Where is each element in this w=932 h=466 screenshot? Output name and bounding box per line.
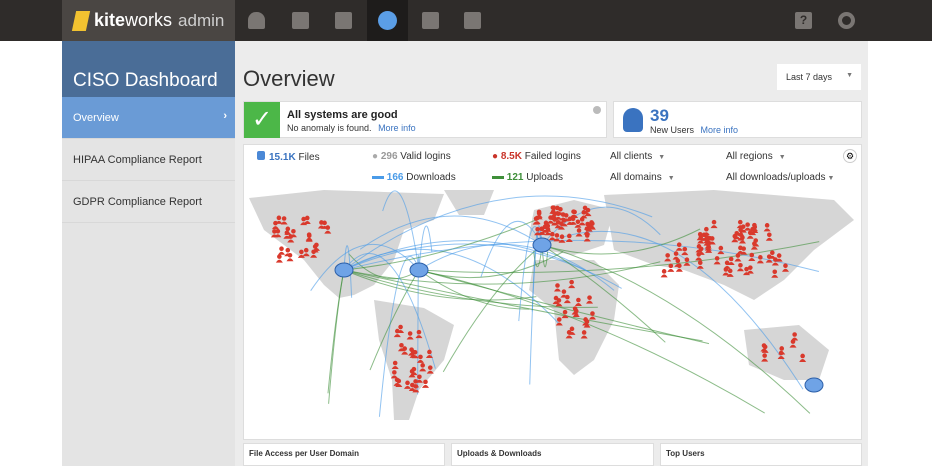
- clients-filter[interactable]: All clients ▼: [610, 151, 665, 162]
- devices-icon: [422, 12, 439, 29]
- users-icon: [248, 12, 265, 29]
- user-icon: ●: [372, 151, 379, 162]
- map-settings-button[interactable]: ⚙: [843, 149, 857, 163]
- page-title: Overview: [243, 66, 335, 91]
- kite-logo-icon: [71, 10, 91, 31]
- sidebar-title: CISO Dashboard: [62, 41, 235, 97]
- server-hub-icon: [409, 262, 429, 278]
- server-hub-icon: [532, 237, 552, 253]
- user-icon: [623, 108, 643, 132]
- settings-icon: [838, 12, 855, 29]
- regions-filter[interactable]: All regions ▼: [726, 151, 786, 162]
- failed-login-pin: [275, 254, 283, 263]
- chevron-down-icon: ▼: [667, 175, 675, 182]
- info-icon[interactable]: [593, 106, 601, 114]
- world-map[interactable]: [244, 190, 861, 440]
- uploads-legend-line: [492, 175, 504, 179]
- system-status-card: ✓ All systems are good No anomaly is fou…: [243, 101, 607, 138]
- chevron-down-icon: ▼: [658, 154, 666, 161]
- sidebar-item-overview[interactable]: Overview ›: [62, 97, 235, 139]
- nav-devices[interactable]: [410, 0, 451, 41]
- chevron-right-icon: ›: [223, 110, 227, 122]
- integrations-icon: [464, 12, 481, 29]
- chevron-down-icon: ▼: [827, 175, 835, 182]
- database-icon: [257, 151, 265, 160]
- top-bar: kite works admin ?: [0, 0, 932, 41]
- status-more-info-link[interactable]: More info: [378, 123, 416, 133]
- sidebar-item-hipaa[interactable]: HIPAA Compliance Report: [62, 139, 235, 181]
- nav-users[interactable]: [236, 0, 277, 41]
- sidebar: CISO Dashboard Overview › HIPAA Complianc…: [62, 41, 235, 466]
- asia: [604, 190, 854, 300]
- help-button[interactable]: ?: [783, 0, 824, 41]
- nav-reports[interactable]: [323, 0, 364, 41]
- failed-login-pin: [660, 269, 668, 278]
- users-more-info-link[interactable]: More info: [701, 125, 739, 135]
- server-hub-icon: [334, 262, 354, 278]
- nav-files[interactable]: [280, 0, 321, 41]
- files-icon: [292, 12, 309, 29]
- chevron-down-icon: ▼: [778, 154, 786, 161]
- transfers-filter[interactable]: All downloads/uploads ▼: [726, 172, 834, 183]
- help-icon: ?: [795, 12, 812, 29]
- map-panel: 15.1K Files ● 296 Valid logins ● 8.5K Fa…: [243, 144, 862, 440]
- reports-icon: [335, 12, 352, 29]
- downloads-legend-line: [372, 175, 384, 179]
- user-icon: ●: [492, 151, 499, 162]
- failed-login-pin: [278, 246, 286, 255]
- file-access-panel: File Access per User Domain: [243, 443, 445, 466]
- uploads-downloads-panel: Uploads & Downloads: [451, 443, 654, 466]
- australia: [744, 325, 829, 380]
- top-users-panel: Top Users: [660, 443, 862, 466]
- south-america: [374, 300, 454, 420]
- brand-logo[interactable]: kite works admin: [62, 0, 235, 41]
- nav-integrations[interactable]: [452, 0, 493, 41]
- sidebar-item-gdpr[interactable]: GDPR Compliance Report: [62, 181, 235, 223]
- failed-logins-stat[interactable]: ● 8.5K Failed logins: [492, 151, 581, 162]
- server-hub-icon: [804, 377, 824, 393]
- nav-globe[interactable]: [367, 0, 408, 41]
- globe-icon: [378, 11, 397, 30]
- domains-filter[interactable]: All domains ▼: [610, 172, 675, 183]
- date-range-select[interactable]: Last 7 days ▼: [777, 64, 861, 90]
- settings-button[interactable]: [826, 0, 867, 41]
- check-icon: ✓: [244, 102, 280, 138]
- new-users-card: 39 New Users More info: [613, 101, 862, 138]
- chevron-down-icon: ▼: [846, 72, 853, 79]
